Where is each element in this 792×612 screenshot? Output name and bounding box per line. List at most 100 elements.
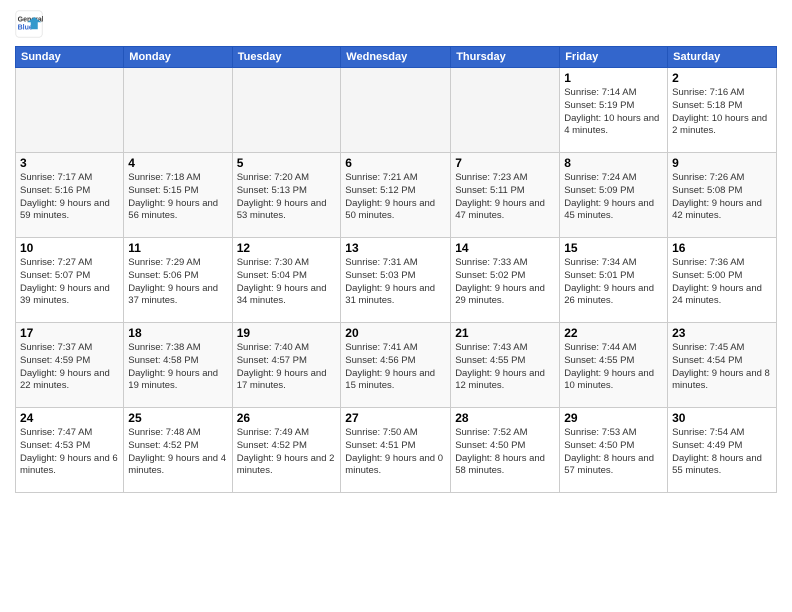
day-number: 10 <box>20 241 119 255</box>
day-number: 15 <box>564 241 663 255</box>
day-number: 26 <box>237 411 337 425</box>
day-info: Sunrise: 7:52 AM Sunset: 4:50 PM Dayligh… <box>455 427 555 478</box>
header: General Blue <box>15 10 777 38</box>
day-info: Sunrise: 7:45 AM Sunset: 4:54 PM Dayligh… <box>672 342 772 393</box>
day-info: Sunrise: 7:26 AM Sunset: 5:08 PM Dayligh… <box>672 172 772 223</box>
calendar-cell: 5 Sunrise: 7:20 AM Sunset: 5:13 PM Daylig… <box>232 153 341 238</box>
calendar-cell: 13 Sunrise: 7:31 AM Sunset: 5:03 PM Dayli… <box>341 238 451 323</box>
day-number: 24 <box>20 411 119 425</box>
calendar-cell: 2Sunrise: 7:16 AM Sunset: 5:18 PM Daylig… <box>668 68 777 153</box>
day-info: Sunrise: 7:23 AM Sunset: 5:11 PM Dayligh… <box>455 172 555 223</box>
day-info: Sunrise: 7:17 AM Sunset: 5:16 PM Dayligh… <box>20 172 119 223</box>
calendar-cell: 4 Sunrise: 7:18 AM Sunset: 5:15 PM Daylig… <box>124 153 232 238</box>
calendar-cell: 19Sunrise: 7:40 AM Sunset: 4:57 PM Dayli… <box>232 323 341 408</box>
day-info: Sunrise: 7:21 AM Sunset: 5:12 PM Dayligh… <box>345 172 446 223</box>
day-number: 6 <box>345 156 446 170</box>
day-number: 23 <box>672 326 772 340</box>
day-info: Sunrise: 7:20 AM Sunset: 5:13 PM Dayligh… <box>237 172 337 223</box>
logo-icon: General Blue <box>15 10 43 38</box>
day-number: 20 <box>345 326 446 340</box>
weekday-header-friday: Friday <box>560 47 668 68</box>
day-number: 16 <box>672 241 772 255</box>
calendar-cell: 7 Sunrise: 7:23 AM Sunset: 5:11 PM Daylig… <box>451 153 560 238</box>
day-number: 19 <box>237 326 337 340</box>
day-number: 22 <box>564 326 663 340</box>
day-number: 21 <box>455 326 555 340</box>
calendar-table: SundayMondayTuesdayWednesdayThursdayFrid… <box>15 46 777 493</box>
calendar-cell: 25 Sunrise: 7:48 AM Sunset: 4:52 PM Dayli… <box>124 408 232 493</box>
weekday-header-row: SundayMondayTuesdayWednesdayThursdayFrid… <box>16 47 777 68</box>
calendar-cell: 29 Sunrise: 7:53 AM Sunset: 4:50 PM Dayli… <box>560 408 668 493</box>
calendar-cell <box>451 68 560 153</box>
calendar-cell: 9 Sunrise: 7:26 AM Sunset: 5:08 PM Daylig… <box>668 153 777 238</box>
calendar-cell: 27 Sunrise: 7:50 AM Sunset: 4:51 PM Dayli… <box>341 408 451 493</box>
day-info: Sunrise: 7:50 AM Sunset: 4:51 PM Dayligh… <box>345 427 446 478</box>
week-row-0: 1Sunrise: 7:14 AM Sunset: 5:19 PM Daylig… <box>16 68 777 153</box>
day-number: 29 <box>564 411 663 425</box>
calendar-cell: 6 Sunrise: 7:21 AM Sunset: 5:12 PM Daylig… <box>341 153 451 238</box>
calendar-cell: 28 Sunrise: 7:52 AM Sunset: 4:50 PM Dayli… <box>451 408 560 493</box>
day-number: 11 <box>128 241 227 255</box>
calendar-cell: 30Sunrise: 7:54 AM Sunset: 4:49 PM Dayli… <box>668 408 777 493</box>
day-number: 7 <box>455 156 555 170</box>
weekday-header-monday: Monday <box>124 47 232 68</box>
page-container: General Blue SundayMondayTuesdayWednesda… <box>0 0 792 503</box>
calendar-cell <box>232 68 341 153</box>
day-number: 18 <box>128 326 227 340</box>
svg-text:Blue: Blue <box>18 24 33 31</box>
day-number: 14 <box>455 241 555 255</box>
calendar-cell: 3 Sunrise: 7:17 AM Sunset: 5:16 PM Daylig… <box>16 153 124 238</box>
day-info: Sunrise: 7:33 AM Sunset: 5:02 PM Dayligh… <box>455 257 555 308</box>
day-info: Sunrise: 7:30 AM Sunset: 5:04 PM Dayligh… <box>237 257 337 308</box>
day-info: Sunrise: 7:29 AM Sunset: 5:06 PM Dayligh… <box>128 257 227 308</box>
day-number: 17 <box>20 326 119 340</box>
weekday-header-sunday: Sunday <box>16 47 124 68</box>
day-number: 2 <box>672 71 772 85</box>
logo: General Blue <box>15 10 45 38</box>
day-info: Sunrise: 7:54 AM Sunset: 4:49 PM Dayligh… <box>672 427 772 478</box>
svg-text:General: General <box>18 16 43 23</box>
day-info: Sunrise: 7:37 AM Sunset: 4:59 PM Dayligh… <box>20 342 119 393</box>
calendar-cell: 18Sunrise: 7:38 AM Sunset: 4:58 PM Dayli… <box>124 323 232 408</box>
day-number: 4 <box>128 156 227 170</box>
weekday-header-tuesday: Tuesday <box>232 47 341 68</box>
calendar-cell: 21 Sunrise: 7:43 AM Sunset: 4:55 PM Dayli… <box>451 323 560 408</box>
weekday-header-thursday: Thursday <box>451 47 560 68</box>
calendar-cell: 12 Sunrise: 7:30 AM Sunset: 5:04 PM Dayli… <box>232 238 341 323</box>
week-row-1: 3 Sunrise: 7:17 AM Sunset: 5:16 PM Daylig… <box>16 153 777 238</box>
day-info: Sunrise: 7:44 AM Sunset: 4:55 PM Dayligh… <box>564 342 663 393</box>
calendar-cell: 16 Sunrise: 7:36 AM Sunset: 5:00 PM Dayli… <box>668 238 777 323</box>
day-number: 25 <box>128 411 227 425</box>
day-number: 27 <box>345 411 446 425</box>
day-info: Sunrise: 7:27 AM Sunset: 5:07 PM Dayligh… <box>20 257 119 308</box>
day-number: 3 <box>20 156 119 170</box>
day-info: Sunrise: 7:34 AM Sunset: 5:01 PM Dayligh… <box>564 257 663 308</box>
week-row-3: 17 Sunrise: 7:37 AM Sunset: 4:59 PM Dayli… <box>16 323 777 408</box>
calendar-cell: 8Sunrise: 7:24 AM Sunset: 5:09 PM Daylig… <box>560 153 668 238</box>
day-info: Sunrise: 7:18 AM Sunset: 5:15 PM Dayligh… <box>128 172 227 223</box>
calendar-cell: 20 Sunrise: 7:41 AM Sunset: 4:56 PM Dayli… <box>341 323 451 408</box>
day-info: Sunrise: 7:36 AM Sunset: 5:00 PM Dayligh… <box>672 257 772 308</box>
day-number: 12 <box>237 241 337 255</box>
week-row-2: 10 Sunrise: 7:27 AM Sunset: 5:07 PM Dayli… <box>16 238 777 323</box>
day-info: Sunrise: 7:48 AM Sunset: 4:52 PM Dayligh… <box>128 427 227 478</box>
day-number: 5 <box>237 156 337 170</box>
calendar-cell: 26 Sunrise: 7:49 AM Sunset: 4:52 PM Dayli… <box>232 408 341 493</box>
day-info: Sunrise: 7:43 AM Sunset: 4:55 PM Dayligh… <box>455 342 555 393</box>
calendar-cell: 17 Sunrise: 7:37 AM Sunset: 4:59 PM Dayli… <box>16 323 124 408</box>
day-number: 28 <box>455 411 555 425</box>
calendar-cell: 24 Sunrise: 7:47 AM Sunset: 4:53 PM Dayli… <box>16 408 124 493</box>
day-info: Sunrise: 7:53 AM Sunset: 4:50 PM Dayligh… <box>564 427 663 478</box>
weekday-header-wednesday: Wednesday <box>341 47 451 68</box>
calendar-cell: 10 Sunrise: 7:27 AM Sunset: 5:07 PM Dayli… <box>16 238 124 323</box>
day-number: 13 <box>345 241 446 255</box>
day-info: Sunrise: 7:31 AM Sunset: 5:03 PM Dayligh… <box>345 257 446 308</box>
week-row-4: 24 Sunrise: 7:47 AM Sunset: 4:53 PM Dayli… <box>16 408 777 493</box>
day-number: 9 <box>672 156 772 170</box>
weekday-header-saturday: Saturday <box>668 47 777 68</box>
day-info: Sunrise: 7:49 AM Sunset: 4:52 PM Dayligh… <box>237 427 337 478</box>
calendar-cell: 23 Sunrise: 7:45 AM Sunset: 4:54 PM Dayli… <box>668 323 777 408</box>
day-info: Sunrise: 7:47 AM Sunset: 4:53 PM Dayligh… <box>20 427 119 478</box>
day-number: 8 <box>564 156 663 170</box>
day-info: Sunrise: 7:41 AM Sunset: 4:56 PM Dayligh… <box>345 342 446 393</box>
